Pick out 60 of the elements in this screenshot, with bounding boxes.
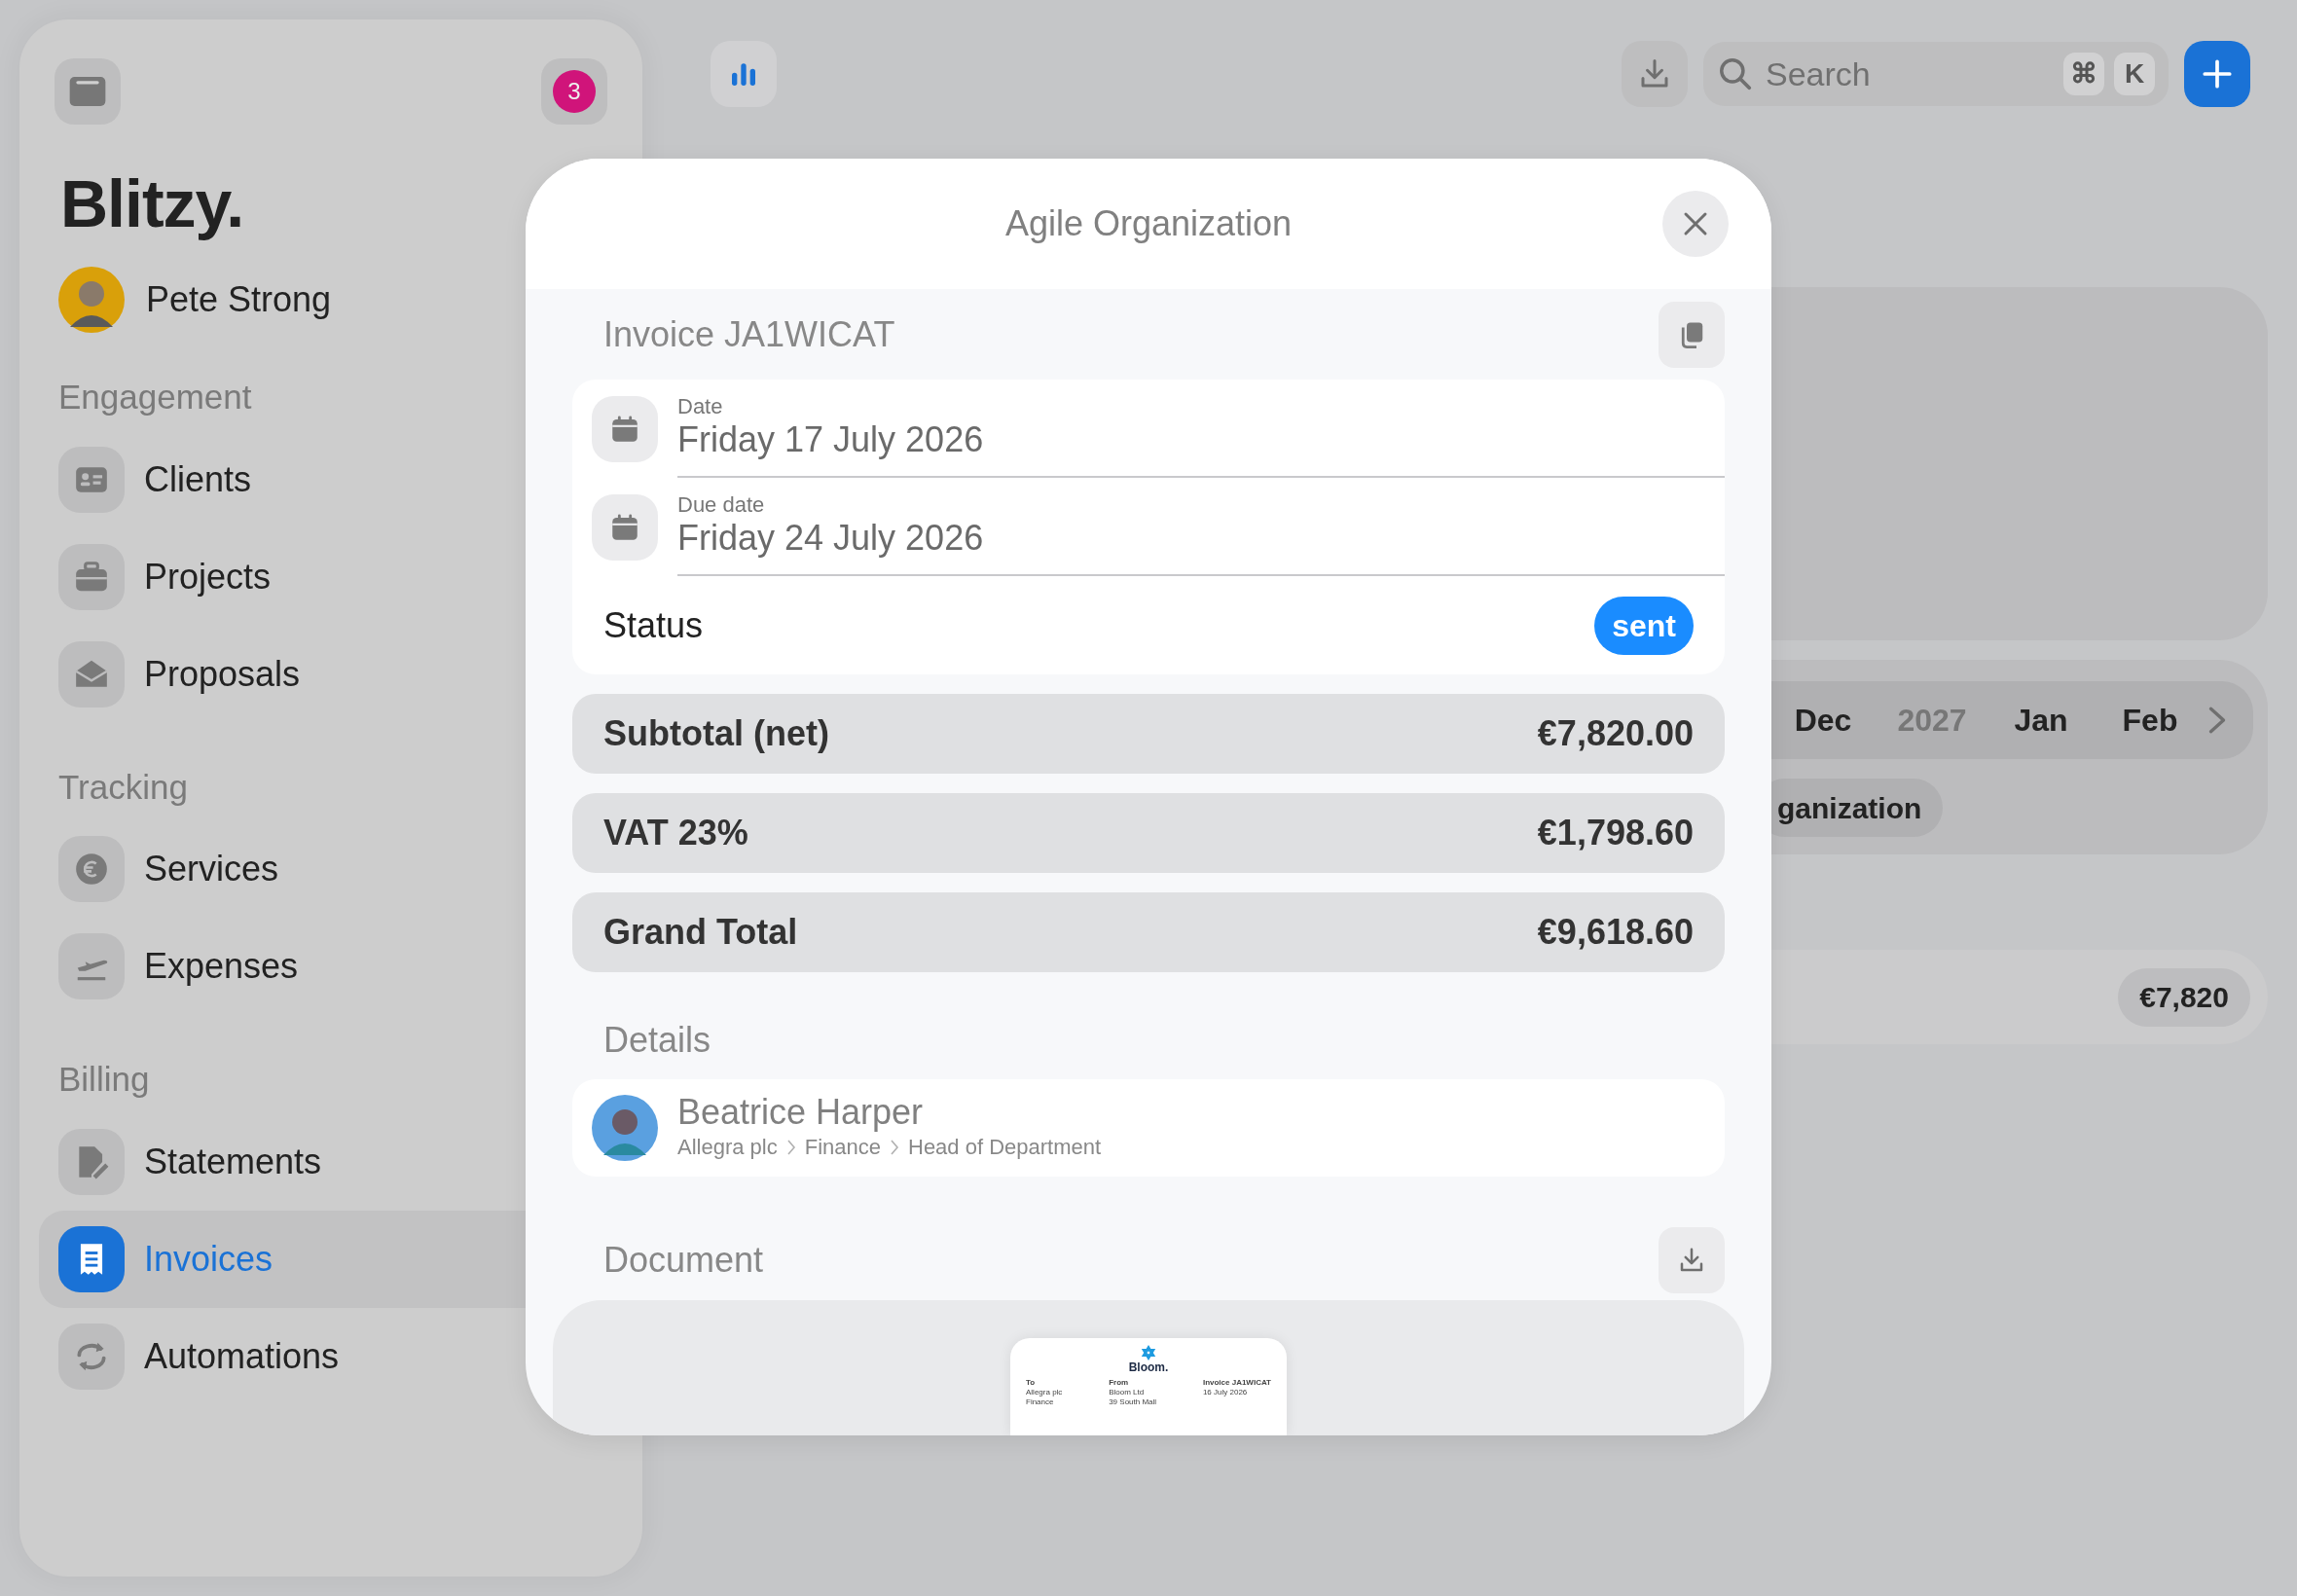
chart-button[interactable]	[711, 41, 777, 107]
chevron-right-icon	[784, 1138, 797, 1156]
flower-logo-icon	[1141, 1344, 1156, 1361]
total-label: VAT 23%	[603, 812, 748, 854]
month-button[interactable]: Dec	[1768, 697, 1878, 744]
month-button[interactable]: Feb	[2096, 697, 2205, 744]
date-label: Due date	[677, 492, 766, 517]
plus-icon	[2201, 57, 2234, 91]
dialog-title: Agile Organization	[1004, 202, 1293, 245]
document-heading: To	[1026, 1378, 1037, 1389]
total-amount: €1,798.60	[1537, 812, 1694, 854]
document-text: 39 South Mall	[1109, 1397, 1157, 1408]
add-button[interactable]	[2184, 41, 2250, 107]
download-button[interactable]	[1659, 1227, 1725, 1293]
copy-button[interactable]	[1659, 301, 1725, 368]
shortcut-key: K	[2114, 53, 2155, 95]
shortcut-key: ⌘	[2063, 53, 2104, 95]
search-input[interactable]: Search	[1764, 48, 2054, 100]
notification-count: 3	[553, 70, 596, 113]
window-icon	[68, 75, 107, 108]
notifications-button[interactable]: 3	[541, 58, 607, 125]
document-heading: Invoice JA1WICAT	[1202, 1378, 1271, 1389]
document-heading: From	[1109, 1378, 1130, 1389]
section-heading: Billing	[58, 1059, 151, 1100]
date-value[interactable]: Friday 24 July 2026	[677, 517, 1725, 560]
section-heading: Tracking	[58, 766, 189, 808]
month-button[interactable]: Jan	[1987, 697, 2096, 744]
document-text: 16 July 2026	[1202, 1388, 1249, 1398]
document-text: Finance	[1026, 1397, 1055, 1408]
date-value[interactable]: Friday 17 July 2026	[677, 418, 1725, 461]
window-button[interactable]	[55, 58, 121, 125]
year-label: 2027	[1896, 702, 1968, 740]
contact-name: Beatrice Harper	[677, 1092, 925, 1132]
search-icon	[1717, 55, 1754, 92]
contact-card[interactable]: Beatrice Harper Allegra plc Finance Head of Department	[572, 1079, 1725, 1177]
document-text: Bloom Ltd	[1109, 1388, 1146, 1398]
breadcrumb-item: Finance	[804, 1134, 881, 1162]
total-label: Subtotal (net)	[603, 712, 829, 755]
breadcrumb-item: Allegra plc	[677, 1134, 778, 1162]
document-text: Allegra plc	[1026, 1388, 1063, 1398]
breadcrumb-item: Head of Department	[908, 1134, 1102, 1162]
total-label: Grand Total	[603, 911, 798, 954]
user-name[interactable]: Pete Strong	[146, 273, 332, 326]
section-heading: Engagement	[58, 377, 253, 417]
euro-coin-icon	[73, 851, 110, 888]
brand-name: Bloom.	[1127, 1361, 1170, 1375]
download-button[interactable]	[1622, 41, 1688, 107]
total-amount: €7,820.00	[1537, 712, 1694, 755]
invoice-title: Invoice JA1WICAT	[603, 312, 895, 356]
section-heading: Details	[603, 1019, 711, 1062]
contact-avatar	[592, 1095, 658, 1161]
date-label: Date	[677, 394, 724, 418]
status-badge: sent	[1594, 596, 1694, 655]
user-avatar	[58, 267, 125, 333]
chevron-right-icon	[889, 1138, 900, 1156]
total-amount: €9,618.60	[1537, 911, 1694, 954]
status-label: Status	[603, 603, 704, 647]
amount-pill: €7,820	[2118, 967, 2250, 1027]
app-logo: Blitzy.	[60, 165, 245, 242]
search-field[interactable]: Search ⌘ K	[1703, 42, 2169, 106]
